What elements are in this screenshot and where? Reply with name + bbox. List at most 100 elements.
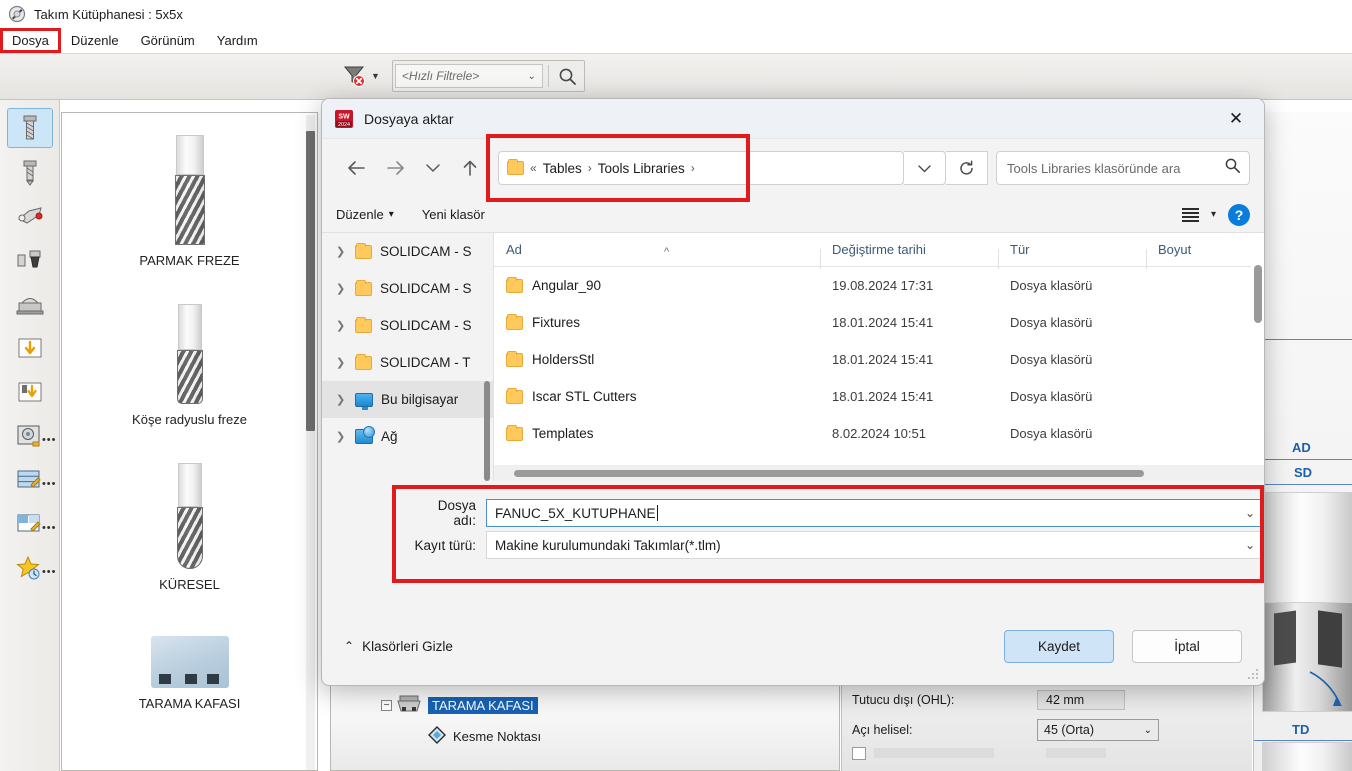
- filter-clear-icon[interactable]: [341, 63, 367, 89]
- address-dropdown-chevron-down-icon[interactable]: [904, 151, 946, 185]
- menu-yardim[interactable]: Yardım: [207, 30, 268, 51]
- import-icon[interactable]: [7, 328, 53, 368]
- tree-item-solidcam-1[interactable]: ❯ SOLIDCAM - S: [322, 233, 493, 270]
- tree-item-this-pc[interactable]: ❯ Bu bilgisayar: [322, 381, 493, 418]
- table-row[interactable]: Templates 8.02.2024 10:51 Dosya klasörü: [494, 415, 1264, 452]
- hide-folders-button[interactable]: ⌃ Klasörleri Gizle: [344, 639, 453, 654]
- column-header-size[interactable]: Boyut: [1146, 242, 1216, 269]
- file-list-vscrollbar-thumb[interactable]: [1254, 265, 1262, 323]
- tool-preview-pane[interactable]: AD SD TD D: [1253, 112, 1352, 771]
- overflow-dots[interactable]: •••: [42, 522, 57, 534]
- tree-node-child[interactable]: Kesme Noktası: [331, 725, 839, 748]
- export-tool-icon[interactable]: [7, 372, 53, 412]
- breadcrumb-item-tools-libraries[interactable]: Tools Libraries: [598, 161, 685, 176]
- favorites-icon[interactable]: •••: [7, 548, 56, 588]
- chevron-right-icon[interactable]: ❯: [336, 393, 347, 406]
- endmill-tool-icon[interactable]: [6, 108, 53, 148]
- tree-item-solidcam-2[interactable]: ❯ SOLIDCAM - S: [322, 270, 493, 307]
- filetype-select[interactable]: Makine kurulumundaki Takımlar(*.tlm) ⌄: [486, 531, 1264, 559]
- help-icon[interactable]: ?: [1228, 203, 1250, 226]
- arrow-left-icon[interactable]: [336, 148, 376, 188]
- machine-icon[interactable]: [7, 284, 53, 324]
- chevron-right-icon[interactable]: ❯: [336, 319, 347, 332]
- export-file-dialog[interactable]: SW 2024 Dosyaya aktar ✕ « Tables › Tools…: [321, 98, 1265, 686]
- tree-expander[interactable]: −: [381, 700, 392, 711]
- layout-edit-icon[interactable]: •••: [7, 504, 56, 544]
- chevron-down-icon[interactable]: ⌄: [1245, 506, 1255, 520]
- tree-child-label[interactable]: Kesme Noktası: [453, 729, 541, 744]
- chevron-down-icon[interactable]: ⌄: [1245, 538, 1255, 552]
- this-pc-icon: [355, 392, 373, 410]
- file-list[interactable]: Ad ^ Değiştirme tarihi Tür Boyut Angular…: [494, 233, 1264, 481]
- save-button[interactable]: Kaydet: [1004, 629, 1114, 663]
- recent-locations-chevron-down-icon[interactable]: [416, 148, 450, 188]
- network-icon: [355, 426, 375, 444]
- breadcrumb[interactable]: « Tables › Tools Libraries ›: [498, 151, 904, 185]
- dialog-command-bar: Düzenle ▾ Yeni klasör ▾ ?: [322, 197, 1264, 233]
- tree-item-network[interactable]: ❯ Ağ: [322, 418, 493, 455]
- file-modified: 18.01.2024 15:41: [832, 315, 934, 330]
- chevron-right-icon[interactable]: ❯: [336, 430, 347, 443]
- gallery-item-ballnose[interactable]: KÜRESEL: [62, 463, 317, 592]
- gallery-item-facemill[interactable]: TARAMA KAFASI: [62, 636, 317, 711]
- tree-node-label[interactable]: TARAMA KAFASI: [428, 697, 538, 714]
- menu-gorunum[interactable]: Görünüm: [131, 30, 205, 51]
- file-list-hscrollbar-thumb[interactable]: [514, 470, 1144, 477]
- overflow-dots[interactable]: •••: [42, 566, 57, 578]
- breadcrumb-separator[interactable]: ›: [691, 161, 695, 175]
- vault-icon[interactable]: •••: [7, 416, 56, 456]
- column-header-name[interactable]: Ad ^: [494, 242, 820, 258]
- table-edit-icon[interactable]: •••: [7, 460, 56, 500]
- table-row[interactable]: Iscar STL Cutters 18.01.2024 15:41 Dosya…: [494, 378, 1264, 415]
- tree-node-root[interactable]: − TARAMA KAFASI: [331, 694, 839, 717]
- helix-angle-select[interactable]: 45 (Orta) ⌄: [1037, 719, 1159, 741]
- column-header-modified[interactable]: Değiştirme tarihi: [820, 242, 998, 269]
- search-icon[interactable]: [1224, 157, 1241, 179]
- view-chevron-down-icon[interactable]: ▾: [1211, 209, 1216, 220]
- folder-search-input[interactable]: Tools Libraries klasöründe ara: [996, 151, 1250, 185]
- organize-button[interactable]: Düzenle ▾: [336, 207, 394, 222]
- tree-scrollbar-thumb[interactable]: [484, 381, 490, 481]
- quick-filter-input[interactable]: <Hızlı Filtrele> ⌄: [394, 64, 543, 88]
- gallery-scrollbar-thumb[interactable]: [306, 131, 315, 431]
- chevron-right-icon[interactable]: ❯: [336, 245, 347, 258]
- table-row[interactable]: HoldersStl 18.01.2024 15:41 Dosya klasör…: [494, 341, 1264, 378]
- arrow-right-icon[interactable]: [376, 148, 416, 188]
- breadcrumb-item-tables[interactable]: Tables: [543, 161, 582, 176]
- address-bar[interactable]: « Tables › Tools Libraries ›: [486, 134, 904, 202]
- refresh-icon[interactable]: [946, 151, 988, 185]
- chevron-right-icon[interactable]: ❯: [336, 282, 347, 295]
- tool-tree-panel[interactable]: − TARAMA KAFASI Kesme Noktası: [330, 685, 840, 771]
- dimension-line-sd: [1254, 484, 1352, 485]
- gallery-item-endmill[interactable]: PARMAK FREZE: [62, 135, 317, 268]
- tree-item-solidcam-3[interactable]: ❯ SOLIDCAM - S: [322, 307, 493, 344]
- table-row[interactable]: Fixtures 18.01.2024 15:41 Dosya klasörü: [494, 304, 1264, 341]
- tree-item-label: Bu bilgisayar: [381, 392, 459, 407]
- filename-input[interactable]: FANUC_5X_KUTUPHANE ⌄: [486, 499, 1264, 527]
- drill-tool-icon[interactable]: [7, 152, 53, 192]
- overflow-dots[interactable]: •••: [42, 434, 57, 446]
- holder-icon[interactable]: [7, 240, 53, 280]
- file-type: Dosya klasörü: [1010, 389, 1093, 404]
- chevron-right-icon[interactable]: ❯: [336, 356, 347, 369]
- filter-dropdown-caret[interactable]: ▼: [371, 71, 380, 81]
- overflow-dots[interactable]: •••: [42, 478, 57, 490]
- insert-tool-icon[interactable]: [7, 196, 53, 236]
- menu-dosya[interactable]: Dosya: [0, 28, 61, 53]
- tool-gallery[interactable]: PARMAK FREZE Köşe radyuslu freze KÜRESEL…: [61, 112, 318, 771]
- arrow-up-icon[interactable]: [450, 148, 490, 188]
- column-header-type[interactable]: Tür: [998, 242, 1146, 269]
- navigation-tree[interactable]: ❯ SOLIDCAM - S ❯ SOLIDCAM - S ❯ SOLIDCAM…: [322, 233, 494, 481]
- search-icon[interactable]: [554, 63, 582, 89]
- table-row[interactable]: Angular_90 19.08.2024 17:31 Dosya klasör…: [494, 267, 1264, 304]
- resize-grip[interactable]: [1248, 669, 1258, 679]
- cutting-point-icon: [427, 725, 447, 748]
- close-icon[interactable]: ✕: [1214, 100, 1258, 138]
- property-checkbox[interactable]: [852, 746, 866, 760]
- gallery-item-bullnose[interactable]: Köşe radyuslu freze: [62, 304, 317, 427]
- cancel-button[interactable]: İptal: [1132, 629, 1242, 663]
- tree-item-solidcam-4[interactable]: ❯ SOLIDCAM - T: [322, 344, 493, 381]
- menu-duzenle[interactable]: Düzenle: [61, 30, 129, 51]
- new-folder-button[interactable]: Yeni klasör: [422, 207, 485, 222]
- list-view-icon[interactable]: [1181, 207, 1199, 222]
